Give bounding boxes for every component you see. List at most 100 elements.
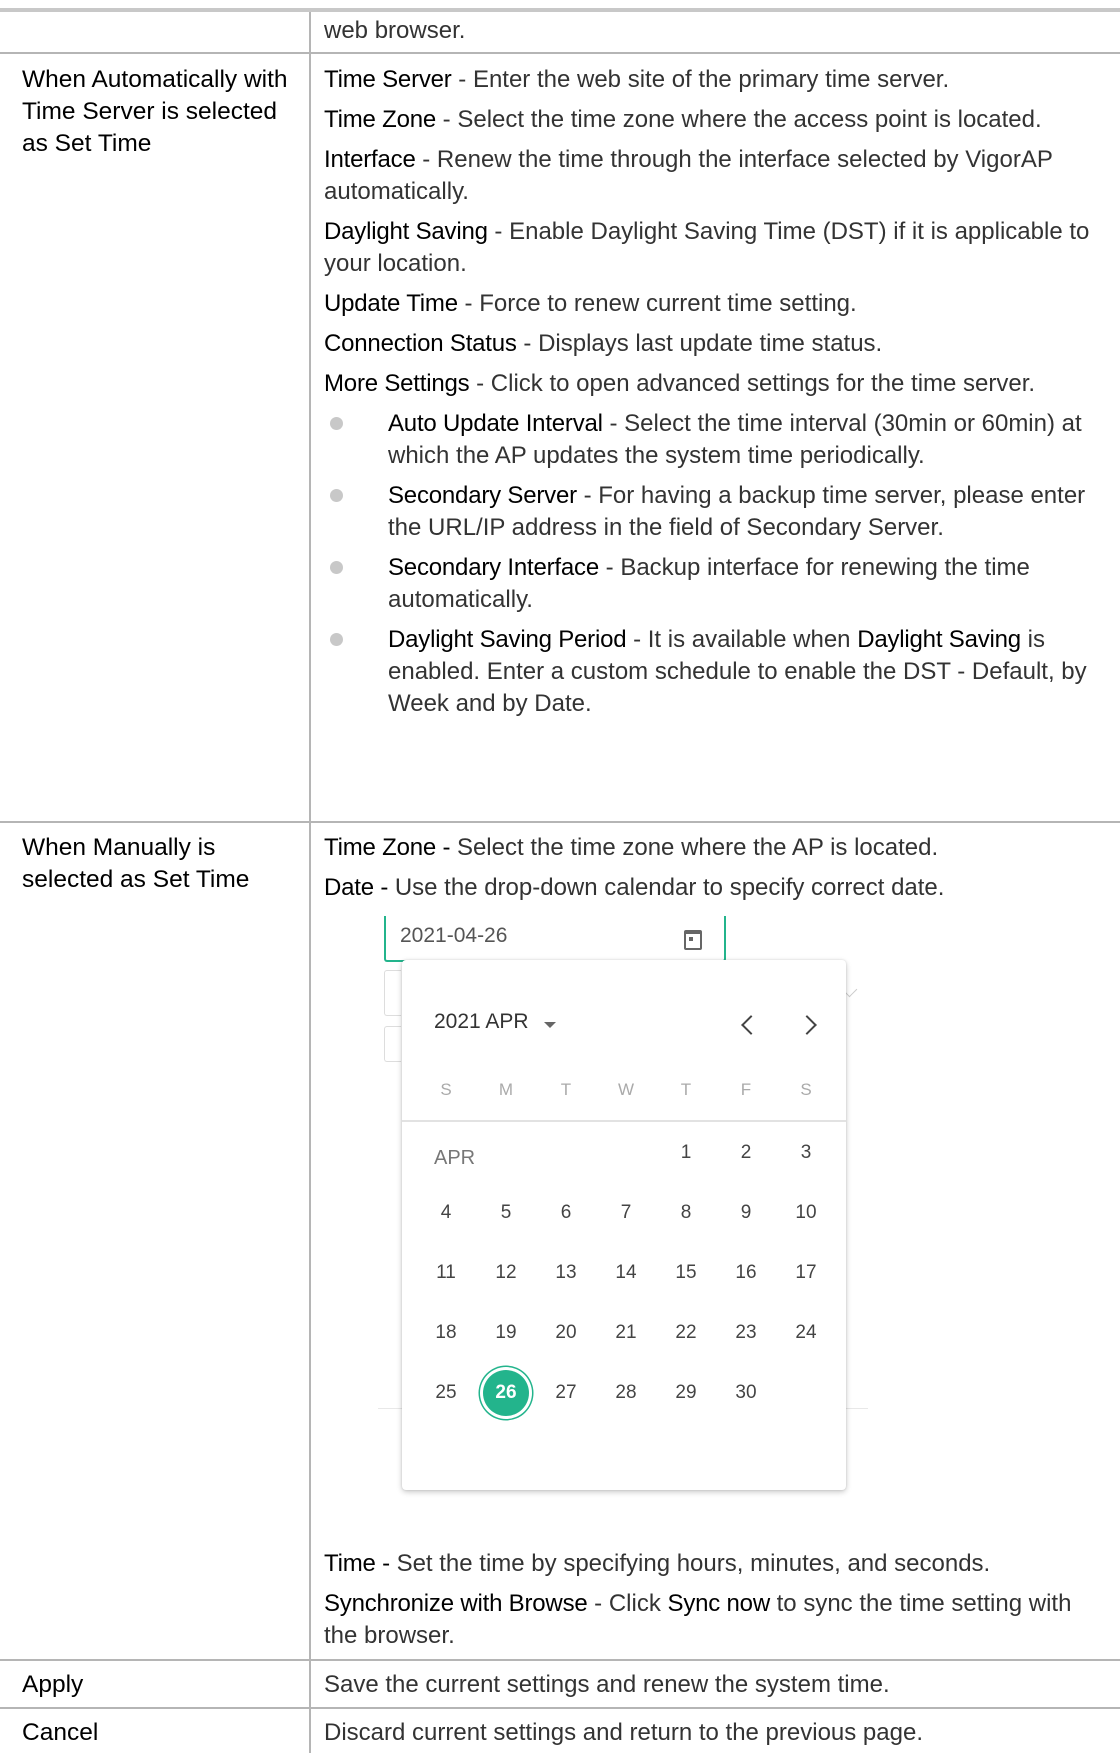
description-text: Discard current settings and return to t… [324, 1719, 923, 1746]
calendar-day[interactable]: 11 [426, 1253, 466, 1293]
param-interface: Interface - Renew the time through the i… [324, 144, 1104, 208]
param-term: Time Zone [324, 106, 437, 133]
param-term: Secondary Interface [388, 554, 599, 581]
calendar-day[interactable]: 30 [726, 1373, 766, 1413]
calendar-day[interactable]: 12 [486, 1253, 526, 1293]
param-desc: - Click to open advanced settings for th… [469, 370, 1036, 397]
param-desc: - Renew the time through the interface s… [324, 146, 1053, 205]
row-content-cancel: Discard current settings and return to t… [324, 1717, 1104, 1757]
row-label-cancel: Cancel [22, 1719, 99, 1746]
calendar-day[interactable]: 17 [786, 1253, 826, 1293]
row-content-automatic: Time Server - Enter the web site of the … [324, 64, 1104, 728]
month-short-label: APR [434, 1147, 476, 1169]
calendar-day[interactable]: 14 [606, 1253, 646, 1293]
description-text: web browser. [324, 17, 466, 44]
calendar-day[interactable]: 4 [426, 1193, 466, 1233]
bullet-dot-icon [330, 633, 343, 646]
top-border [0, 8, 1120, 12]
param-term: Date - [324, 874, 389, 901]
calendar-day[interactable]: 28 [606, 1373, 646, 1413]
param-term: Daylight Saving [857, 626, 1021, 653]
calendar-day[interactable]: 8 [666, 1193, 706, 1233]
caret-down-icon[interactable] [544, 1022, 556, 1028]
param-term: Daylight Saving Period [388, 626, 627, 653]
param-term: Secondary Server [388, 482, 577, 509]
param-desc: - It is available when [626, 626, 858, 653]
calendar-day[interactable]: 13 [546, 1253, 586, 1293]
param-desc: Set the time by specifying hours, minute… [389, 1550, 991, 1577]
calendar-divider [402, 1120, 846, 1122]
param-term: More Settings [324, 370, 470, 397]
calendar-day[interactable]: 21 [606, 1313, 646, 1353]
weekday-header: F [740, 1080, 752, 1099]
calendar-icon[interactable] [684, 930, 702, 950]
weekday-header: S [800, 1080, 812, 1099]
calendar-day-selected[interactable]: 26 [483, 1370, 529, 1416]
calendar-day[interactable]: 25 [426, 1373, 466, 1413]
calendar-day[interactable]: 24 [786, 1313, 826, 1353]
bullet-auto-update-interval: Auto Update Interval - Select the time i… [324, 408, 1104, 472]
param-time-zone: Time Zone - Select the time zone where t… [324, 104, 1104, 136]
param-desc: - Enter the web site of the primary time… [451, 66, 950, 93]
param-term: Interface [324, 146, 416, 173]
bullet-dot-icon [330, 417, 343, 430]
row-label-manual: When Manually is selected as Set Time [22, 834, 250, 893]
param-desc: - Select the time zone where the access … [436, 106, 1042, 133]
bullet-dot-icon [330, 561, 343, 574]
date-input-value: 2021-04-26 [400, 924, 508, 947]
calendar-day[interactable]: 22 [666, 1313, 706, 1353]
weekday-header: W [617, 1080, 635, 1099]
bullet-dot-icon [330, 489, 343, 502]
param-sync-browser: Synchronize with Browse - Click Sync now… [324, 1588, 1104, 1652]
row-label-apply: Apply [22, 1671, 84, 1698]
row-divider [0, 821, 1120, 823]
param-term: Sync now [667, 1590, 771, 1617]
param-term: Update Time [324, 290, 458, 317]
weekday-header: S [440, 1080, 452, 1099]
calendar-day[interactable]: 19 [486, 1313, 526, 1353]
calendar-day[interactable]: 16 [726, 1253, 766, 1293]
calendar-day[interactable]: 18 [426, 1313, 466, 1353]
calendar-day[interactable]: 10 [786, 1193, 826, 1233]
row-label-automatic: When Automatically with Time Server is s… [22, 66, 288, 157]
param-time-zone: Time Zone - Select the time zone where t… [324, 832, 1104, 864]
column-divider [309, 12, 311, 1753]
calendar-day[interactable]: 9 [726, 1193, 766, 1233]
param-term: Time - [324, 1550, 390, 1577]
description-text: Save the current settings and renew the … [324, 1671, 890, 1698]
bullet-daylight-saving-period: Daylight Saving Period - It is available… [324, 624, 1104, 720]
calendar-day[interactable]: 23 [726, 1313, 766, 1353]
calendar-day[interactable]: 27 [546, 1373, 586, 1413]
param-term: Synchronize with Browse [324, 1590, 588, 1617]
datepicker-illustration: 2021-04-26 2021 APR APR SMTWTFS123456789… [378, 916, 868, 1496]
calendar-day[interactable]: 1 [666, 1133, 706, 1173]
month-selector[interactable]: 2021 APR [434, 1010, 529, 1034]
calendar-day[interactable]: 20 [546, 1313, 586, 1353]
param-desc: Use the drop-down calendar to specify co… [388, 874, 945, 901]
background-field [384, 1026, 401, 1062]
weekday-header: T [680, 1080, 692, 1099]
bullet-secondary-interface: Secondary Interface - Backup interface f… [324, 552, 1104, 616]
calendar-day[interactable]: 2 [726, 1133, 766, 1173]
param-term: Time Server [324, 66, 452, 93]
more-settings-list: Auto Update Interval - Select the time i… [324, 408, 1104, 720]
calendar-day[interactable]: 29 [666, 1373, 706, 1413]
param-desc: - Force to renew current time setting. [457, 290, 857, 317]
param-date: Date - Use the drop-down calendar to spe… [324, 872, 1104, 904]
param-time: Time - Set the time by specifying hours,… [324, 1548, 1104, 1580]
calendar-day[interactable]: 6 [546, 1193, 586, 1233]
chevron-left-icon[interactable] [741, 1015, 761, 1035]
param-update-time: Update Time - Force to renew current tim… [324, 288, 1104, 320]
calendar-day[interactable]: 15 [666, 1253, 706, 1293]
weekday-header: M [498, 1080, 514, 1099]
calendar-day[interactable]: 3 [786, 1133, 826, 1173]
calendar-day[interactable]: 5 [486, 1193, 526, 1233]
param-term: Time Zone - [324, 834, 451, 861]
row-content-manual-after: Time - Set the time by specifying hours,… [324, 1548, 1104, 1660]
calendar-day[interactable]: 7 [606, 1193, 646, 1233]
chevron-right-icon[interactable] [797, 1015, 817, 1035]
date-input[interactable]: 2021-04-26 [384, 916, 726, 962]
param-desc: - Displays last update time status. [516, 330, 883, 357]
param-time-server: Time Server - Enter the web site of the … [324, 64, 1104, 96]
row-content-manual: Time Zone - Select the time zone where t… [324, 832, 1104, 912]
